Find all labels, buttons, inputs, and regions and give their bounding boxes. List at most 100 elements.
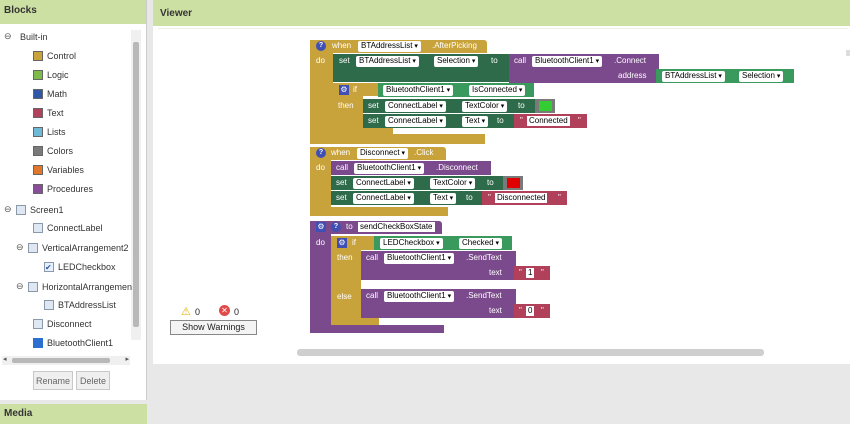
else-value-string[interactable]: 0 <box>526 306 535 316</box>
if-component-dropdown[interactable]: BluetoothClient1 <box>383 85 454 96</box>
mutator-gear-icon[interactable]: ⚙ <box>316 222 326 232</box>
component-horizontalarrangemen[interactable]: ⊖ HorizontalArrangemen <box>16 281 132 292</box>
event-component-dropdown[interactable]: Disconnect <box>357 148 409 159</box>
blocks-vertical-scrollbar[interactable] <box>131 30 141 340</box>
call-method: .SendText <box>466 291 502 300</box>
category-color-icon <box>33 184 43 194</box>
open-quote-icon: " <box>519 306 522 315</box>
call-keyword: call <box>366 291 379 300</box>
call-component-dropdown[interactable]: BluetoothClient1 <box>384 253 455 264</box>
rename-button[interactable]: Rename <box>33 371 73 390</box>
component-verticalarrangement2[interactable]: ⊖ VerticalArrangement2 <box>16 242 129 253</box>
to-keyword: to <box>497 116 504 125</box>
component-bluetoothclient1[interactable]: BluetoothClient1 <box>33 338 113 348</box>
builtin-item-variables[interactable]: Variables <box>33 165 84 175</box>
scroll-left-icon[interactable]: ◂ <box>3 355 7 363</box>
component-connectlabel[interactable]: ConnectLabel <box>33 223 103 233</box>
error-icon: ✕ <box>219 305 230 316</box>
if-block-bottom <box>333 128 393 134</box>
warning-count: 0 <box>195 307 201 317</box>
builtin-item-label: Logic <box>47 70 69 80</box>
show-warnings-button[interactable]: Show Warnings <box>170 320 257 335</box>
address-component-dropdown[interactable]: BTAddressList <box>662 71 725 82</box>
component-btaddresslist[interactable]: BTAddressList <box>44 300 116 310</box>
cond-component-dropdown[interactable]: LEDCheckbox <box>380 238 443 249</box>
component-ledcheckbox[interactable]: ✔ LEDCheckbox <box>44 262 116 272</box>
textcolor-property-dropdown[interactable]: TextColor <box>430 178 476 189</box>
collapse-toggle-icon[interactable]: ⊖ <box>4 204 12 215</box>
mutator-gear-icon[interactable]: ⚙ <box>339 85 349 95</box>
builtin-item-control[interactable]: Control <box>33 51 76 61</box>
cond-property-dropdown[interactable]: Checked <box>459 238 503 249</box>
blocks-vertical-scroll-thumb[interactable] <box>133 42 139 327</box>
workspace-horizontal-scrollbar[interactable] <box>297 349 764 356</box>
help-icon[interactable]: ? <box>316 148 326 158</box>
when-keyword: when <box>332 41 352 50</box>
textcolor-component-dropdown[interactable]: ConnectLabel <box>353 178 414 189</box>
warning-icon: ⚠ <box>181 306 191 318</box>
to-keyword: to <box>491 56 498 65</box>
else-keyword: else <box>337 292 352 301</box>
blocks-horizontal-scrollbar[interactable]: ◂ ▸ <box>2 356 130 365</box>
text-property-dropdown[interactable]: Text <box>430 193 457 204</box>
builtin-item-colors[interactable]: Colors <box>33 146 73 156</box>
arrangement-icon <box>28 242 38 253</box>
green-color-swatch[interactable] <box>539 101 552 111</box>
builtin-node[interactable]: ⊖ Built-in <box>4 31 48 42</box>
category-color-icon <box>33 51 43 61</box>
collapse-toggle-icon[interactable]: ⊖ <box>16 242 24 253</box>
textcolor-property-dropdown[interactable]: TextColor <box>462 101 508 112</box>
listpicker-icon <box>44 300 54 310</box>
connected-string[interactable]: Connected <box>527 116 570 126</box>
set-property-dropdown[interactable]: Selection <box>434 56 479 67</box>
checkbox-icon: ✔ <box>44 262 54 272</box>
close-quote-icon: " <box>578 116 581 125</box>
builtin-item-math[interactable]: Math <box>33 89 67 99</box>
if-property-dropdown[interactable]: IsConnected <box>469 85 526 96</box>
text-component-dropdown[interactable]: ConnectLabel <box>385 116 446 127</box>
if-keyword: if <box>352 238 356 247</box>
help-icon[interactable]: ? <box>331 222 341 232</box>
procedure-name-field[interactable]: sendCheckBoxState <box>358 222 435 232</box>
collapse-toggle-icon[interactable]: ⊖ <box>4 31 12 42</box>
component-label: BluetoothClient1 <box>47 338 114 348</box>
textcolor-component-dropdown[interactable]: ConnectLabel <box>385 101 446 112</box>
help-icon[interactable]: ? <box>316 41 326 51</box>
collapse-toggle-icon[interactable]: ⊖ <box>16 281 24 292</box>
component-disconnect[interactable]: Disconnect <box>33 319 92 329</box>
call-component-dropdown[interactable]: BluetoothClient1 <box>384 291 455 302</box>
open-quote-icon: " <box>520 116 523 125</box>
blocks-panel-title: Blocks <box>0 0 146 24</box>
do-keyword: do <box>316 238 325 247</box>
text-component-dropdown[interactable]: ConnectLabel <box>353 193 414 204</box>
media-panel-title: Media <box>0 404 147 424</box>
set-component-dropdown[interactable]: BTAddressList <box>356 56 419 67</box>
builtin-label: Built-in <box>20 31 48 42</box>
delete-button[interactable]: Delete <box>76 371 110 390</box>
component-label: BTAddressList <box>58 300 116 310</box>
text-property-dropdown[interactable]: Text <box>462 116 489 127</box>
then-value-string[interactable]: 1 <box>526 268 535 278</box>
mutator-gear-icon[interactable]: ⚙ <box>337 238 347 248</box>
event-component-dropdown[interactable]: BTAddressList <box>358 41 421 52</box>
component-screen1[interactable]: ⊖ Screen1 <box>4 204 64 215</box>
call-component-dropdown[interactable]: BluetoothClient1 <box>532 56 603 67</box>
disconnected-string[interactable]: Disconnected <box>495 193 548 203</box>
to-keyword: to <box>487 178 494 187</box>
event-block-bottom <box>310 207 448 216</box>
category-color-icon <box>33 108 43 118</box>
builtin-item-text[interactable]: Text <box>33 108 64 118</box>
blocks-horizontal-scroll-thumb[interactable] <box>12 358 110 363</box>
scroll-right-icon[interactable]: ▸ <box>125 355 129 363</box>
address-property-dropdown[interactable]: Selection <box>739 71 784 82</box>
builtin-item-lists[interactable]: Lists <box>33 127 66 137</box>
builtin-item-label: Math <box>47 89 68 99</box>
then-keyword: then <box>337 253 353 262</box>
builtin-item-procedures[interactable]: Procedures <box>33 184 93 194</box>
call-component-dropdown[interactable]: BluetoothClient1 <box>354 163 425 174</box>
to-keyword: to <box>518 101 525 110</box>
red-color-swatch[interactable] <box>507 178 520 188</box>
set-keyword: set <box>336 178 347 187</box>
builtin-item-logic[interactable]: Logic <box>33 70 69 80</box>
builtin-item-label: Lists <box>47 127 66 137</box>
